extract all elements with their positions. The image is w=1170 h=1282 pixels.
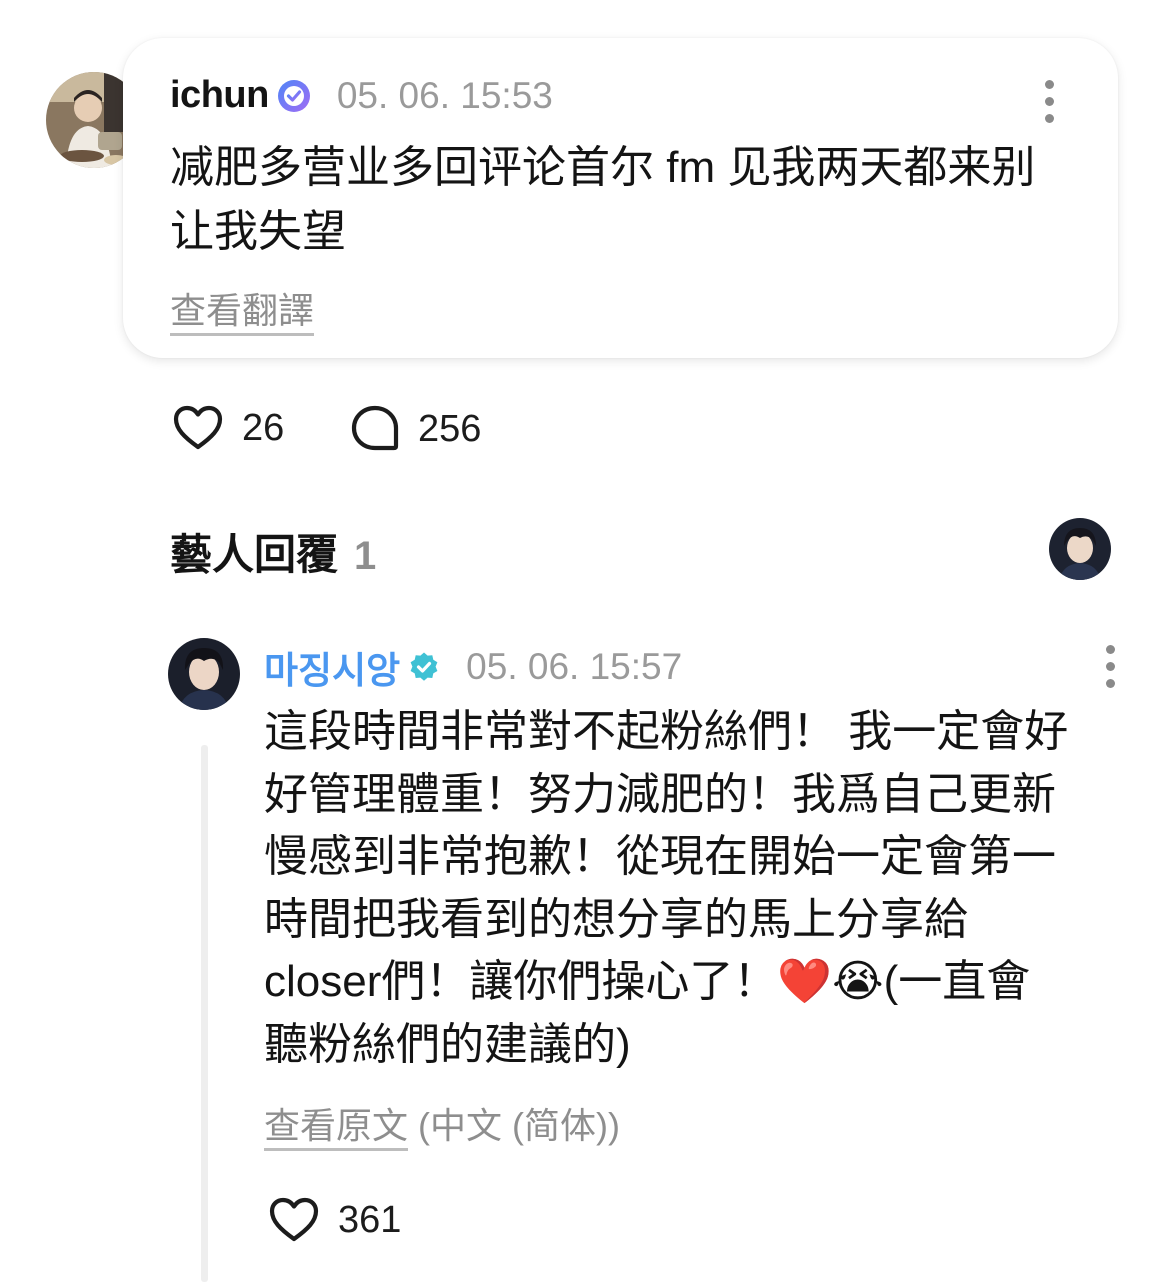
artist-replies-header: 藝人回覆 1 (170, 521, 376, 582)
artist-avatar[interactable] (168, 638, 240, 710)
reply-text-line: 這段時間非常對不起粉絲們！ 我一定會好 (264, 707, 1069, 756)
heart-icon (269, 1197, 319, 1242)
view-translation-link[interactable]: 查看翻譯 (170, 290, 315, 336)
original-link-row: 查看原文 (中文 (简体)) (264, 1097, 620, 1151)
heart-icon (173, 405, 223, 450)
reply-timestamp: 05. 06. 15:57 (466, 646, 683, 687)
commenter-username[interactable]: ichun (170, 74, 269, 117)
artist-username[interactable]: 마징시앙 (264, 640, 400, 694)
comment-like-count: 26 (242, 406, 285, 449)
reply-text: 這段時間非常對不起粉絲們！ 我一定會好 好管理體重！努力減肥的！我爲自己更新 慢… (264, 701, 1124, 1076)
artist-replies-title: 藝人回覆 (170, 531, 339, 578)
comment-text-line: 减肥多营业多回评论首尔 fm 见我两天都来别 (170, 143, 1036, 192)
artist-replies-count: 1 (354, 534, 377, 578)
reply-like-count: 361 (338, 1198, 402, 1241)
reply-text-line: 聽粉絲們的建議的) (264, 1019, 631, 1069)
comment-text-line: 让我失望 (170, 207, 346, 256)
translate-link-row: 查看翻譯 (170, 282, 315, 336)
original-language-label: (中文 (简体)) (408, 1105, 620, 1146)
comment-reply-button[interactable]: 256 (350, 404, 481, 454)
reply-header: 마징시앙 05. 06. 15:57 (264, 640, 682, 694)
reply-more-icon[interactable] (1101, 645, 1119, 688)
comment-text: 减肥多营业多回评论首尔 fm 见我两天都来别 让我失望 (170, 136, 1090, 264)
verified-badge-icon (408, 651, 440, 683)
reply-like-button[interactable]: 361 (268, 1196, 401, 1244)
reply-text-line: closer們！讓你們操心了！❤️😭(一直會 (264, 957, 1031, 1006)
artist-filter-avatar[interactable] (1049, 518, 1111, 580)
comment-reply-count: 256 (418, 407, 482, 450)
comment-timestamp: 05. 06. 15:53 (336, 74, 553, 116)
comment-bubble-icon (351, 405, 399, 451)
view-original-link[interactable]: 查看原文 (264, 1105, 409, 1151)
comment-like-button[interactable]: 26 (172, 404, 284, 452)
comment-header: ichun 05. 06. 15:53 (170, 74, 553, 117)
reply-text-line: 時間把我看到的想分享的馬上分享給 (264, 894, 968, 944)
verified-badge-icon (277, 79, 311, 113)
reply-text-line: 慢感到非常抱歉！從現在開始一定會第一 (264, 832, 1056, 881)
comment-more-icon[interactable] (1040, 80, 1058, 123)
reply-thread-line (201, 745, 208, 1282)
reply-text-line: 好管理體重！努力減肥的！我爲自己更新 (264, 769, 1056, 819)
